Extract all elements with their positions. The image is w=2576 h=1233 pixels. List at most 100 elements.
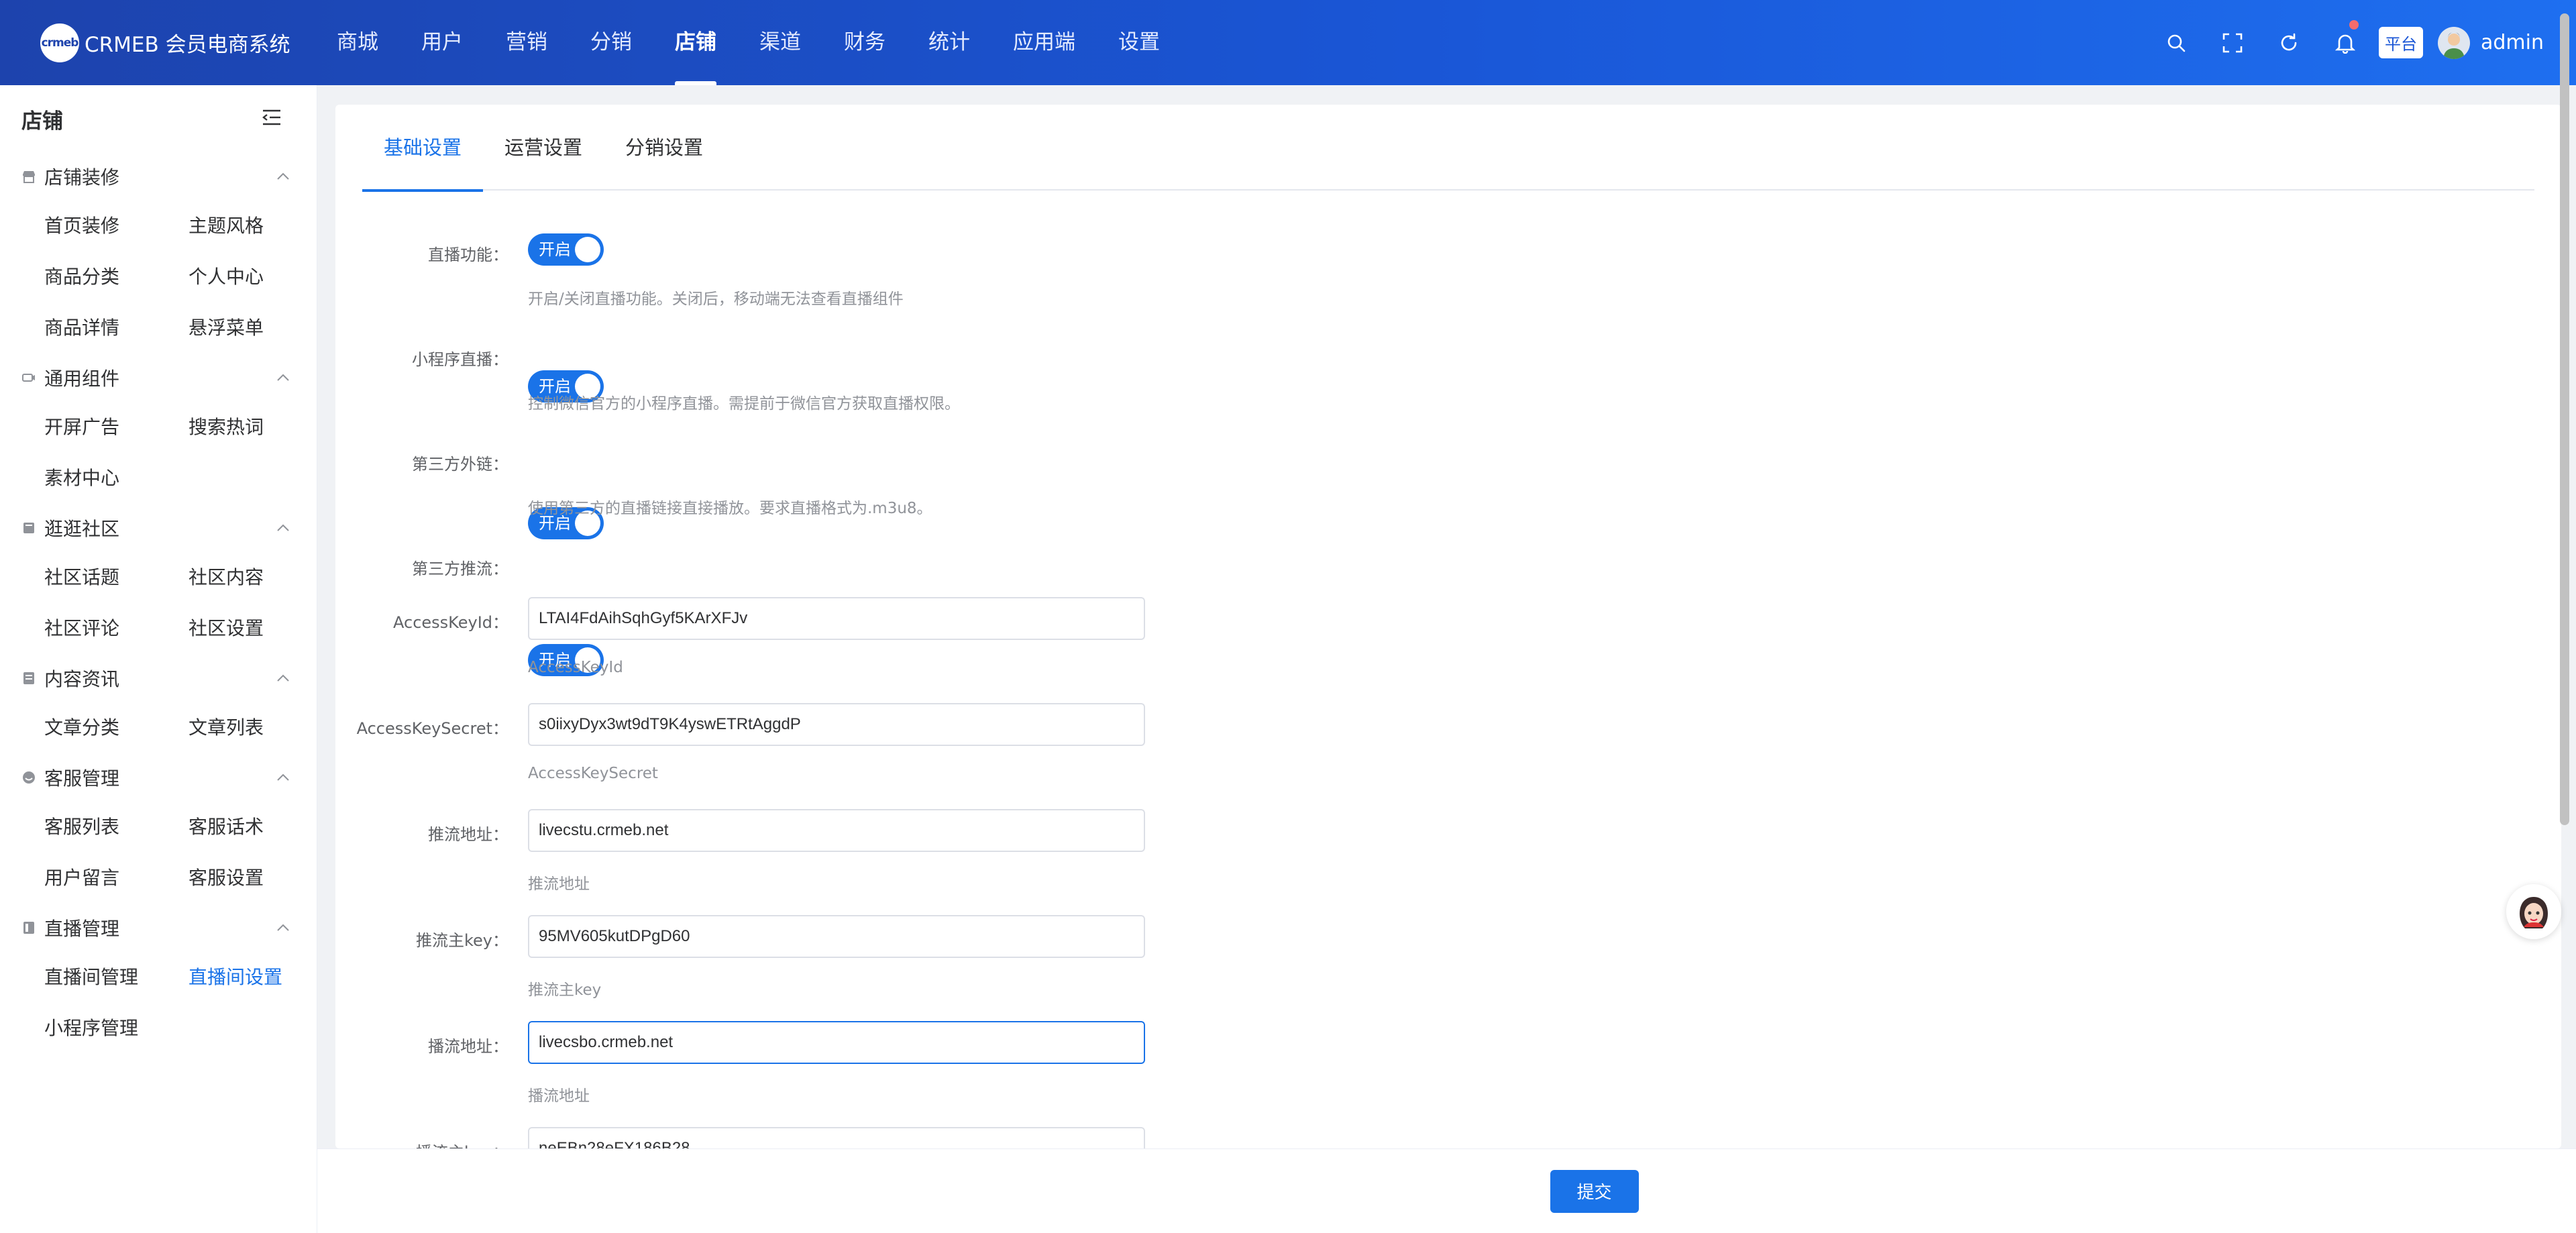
topnav-item[interactable]: 财务: [822, 0, 907, 85]
sidebar-item[interactable]: 客服设置: [189, 853, 333, 904]
switch-on-text: 开启: [539, 240, 571, 259]
top-navbar: crmeb CRMEB 会员电商系统 商城 用户 营销 分销 店铺 渠道 财务 统计 应用端 设置…: [0, 0, 2576, 85]
sidebar-item[interactable]: 开屏广告: [44, 402, 189, 453]
sidebar-group-header[interactable]: 直播管理: [0, 904, 317, 952]
sidebar-item[interactable]: 个人中心: [189, 252, 333, 303]
text-input-field[interactable]: [528, 703, 1145, 746]
text-input-field[interactable]: [528, 597, 1145, 640]
sidebar-group-header[interactable]: 客服管理: [0, 753, 317, 802]
sidebar-item[interactable]: 商品分类: [44, 252, 189, 303]
switch-knob: [575, 237, 600, 262]
sidebar-group-items: 文章分类 文章列表: [0, 702, 317, 753]
notification-dot: [2349, 20, 2359, 30]
sidebar-item[interactable]: 文章分类: [44, 702, 189, 753]
sidebar-item[interactable]: 首页装修: [44, 201, 189, 252]
field-hint: 推流地址: [528, 875, 590, 893]
field-hint: 推流主key: [528, 981, 602, 999]
sidebar-item[interactable]: 客服列表: [44, 802, 189, 853]
sidebar-item[interactable]: 社区内容: [189, 552, 333, 603]
sidebar-item[interactable]: 客服话术: [189, 802, 333, 853]
field-hint: 播流地址: [528, 1087, 590, 1105]
chevron-up-icon[interactable]: [274, 519, 292, 537]
sidebar-group-items: 客服列表 客服话术 用户留言 客服设置: [0, 802, 317, 904]
topnav-item[interactable]: 商城: [315, 0, 400, 85]
topnav-item[interactable]: 营销: [484, 0, 569, 85]
topnav-item[interactable]: 应用端: [991, 0, 1097, 85]
component-icon: [21, 370, 36, 385]
page-scrollbar[interactable]: [2556, 0, 2576, 1233]
toggle-label: 第三方外链：: [412, 455, 508, 474]
settings-tab[interactable]: 分销设置: [604, 105, 724, 191]
topnav-item[interactable]: 设置: [1097, 0, 1181, 85]
chevron-up-icon[interactable]: [274, 167, 292, 186]
sidebar-header: 店铺: [0, 85, 317, 152]
sidebar-group-label: 客服管理: [44, 767, 120, 790]
text-input-field[interactable]: [528, 1021, 1145, 1064]
sidebar: 店铺 店铺装修 首页装修 主题风格 商品分类 个人中心 商品详情 悬浮菜单 通用组件 开屏广告搜…: [0, 85, 317, 1233]
app-title: CRMEB 会员电商系统: [85, 33, 290, 57]
sidebar-group-label: 内容资讯: [44, 668, 120, 690]
text-input-field[interactable]: [528, 809, 1145, 852]
chevron-up-icon[interactable]: [274, 669, 292, 688]
field-label: 推流主key：: [415, 931, 508, 950]
field-hint: 使用第三方的直播链接直接播放。要求直播格式为.m3u8。: [528, 500, 932, 517]
chevron-up-icon[interactable]: [274, 768, 292, 787]
sidebar-group-label: 逛逛社区: [44, 518, 120, 540]
submit-button[interactable]: 提交: [1550, 1169, 1639, 1213]
bell-icon[interactable]: [2317, 0, 2373, 85]
toggle-label: 直播功能：: [428, 246, 508, 264]
sidebar-item[interactable]: 主题风格: [189, 201, 333, 252]
article-icon: [21, 671, 36, 686]
field-hint: 开启/关闭直播功能。关闭后，移动端无法查看直播组件: [528, 290, 904, 308]
sidebar-item[interactable]: 直播间设置: [189, 952, 333, 1003]
chevron-up-icon[interactable]: [274, 368, 292, 387]
sidebar-item[interactable]: 社区评论: [44, 603, 189, 654]
sidebar-group-header[interactable]: 内容资讯: [0, 654, 317, 702]
text-input-field[interactable]: [528, 1127, 1145, 1148]
sidebar-title: 店铺: [21, 109, 63, 133]
sidebar-item[interactable]: 文章列表: [189, 702, 333, 753]
customer-service-avatar-icon[interactable]: [2506, 884, 2561, 939]
sidebar-item[interactable]: 素材中心: [44, 453, 189, 504]
topnav-item[interactable]: 店铺: [653, 0, 738, 85]
service-icon: [21, 770, 36, 785]
topnav-item[interactable]: 统计: [907, 0, 991, 85]
settings-tab[interactable]: 运营设置: [483, 105, 604, 191]
sidebar-item[interactable]: 搜索热词: [189, 402, 333, 453]
form-footer: 提交: [317, 1148, 2576, 1233]
field-label: 推流地址：: [428, 825, 508, 844]
sidebar-item[interactable]: 悬浮菜单: [189, 303, 333, 354]
top-menu: 商城 用户 营销 分销 店铺 渠道 财务 统计 应用端 设置: [315, 0, 1181, 85]
topnav-item[interactable]: 渠道: [738, 0, 822, 85]
field-label: 播流主key：: [335, 1139, 508, 1148]
community-icon: [21, 521, 36, 535]
search-icon[interactable]: [2148, 0, 2204, 85]
username[interactable]: admin: [2481, 31, 2544, 54]
sidebar-item[interactable]: 社区设置: [189, 603, 333, 654]
toggle-label: 小程序直播：: [412, 350, 508, 369]
settings-tab[interactable]: 基础设置: [362, 105, 484, 192]
avatar[interactable]: [2438, 26, 2470, 59]
sidebar-item[interactable]: 社区话题: [44, 552, 189, 603]
sidebar-group-header[interactable]: 逛逛社区: [0, 504, 317, 552]
sidebar-item[interactable]: 小程序管理: [44, 1003, 189, 1054]
refresh-icon[interactable]: [2261, 0, 2317, 85]
chevron-up-icon[interactable]: [274, 918, 292, 937]
sidebar-item[interactable]: 直播间管理: [44, 952, 189, 1003]
sidebar-item[interactable]: 用户留言: [44, 853, 189, 904]
settings-card: 基础设置 运营设置 分销设置 直播功能： 开启开启/关闭直播功能。关闭后，移动端无法查…: [335, 105, 2561, 1148]
field-hint: 控制微信官方的小程序直播。需提前于微信官方获取直播权限。: [528, 395, 960, 413]
collapse-menu-icon[interactable]: [262, 109, 282, 129]
scrollbar-thumb[interactable]: [2560, 13, 2569, 825]
live-toggle-switch[interactable]: 开启: [528, 233, 604, 266]
fullscreen-icon[interactable]: [2204, 0, 2261, 85]
sidebar-item[interactable]: 商品详情: [44, 303, 189, 354]
topnav-item[interactable]: 分销: [569, 0, 653, 85]
platform-badge[interactable]: 平台: [2379, 27, 2423, 58]
sidebar-group-items: 社区话题 社区内容 社区评论 社区设置: [0, 552, 317, 654]
sidebar-group-header[interactable]: 通用组件: [0, 354, 317, 402]
text-input-field[interactable]: [528, 915, 1145, 958]
sidebar-group-header[interactable]: 店铺装修: [0, 152, 317, 201]
app-logo[interactable]: crmeb CRMEB 会员电商系统: [40, 23, 315, 62]
topnav-item[interactable]: 用户: [400, 0, 484, 85]
